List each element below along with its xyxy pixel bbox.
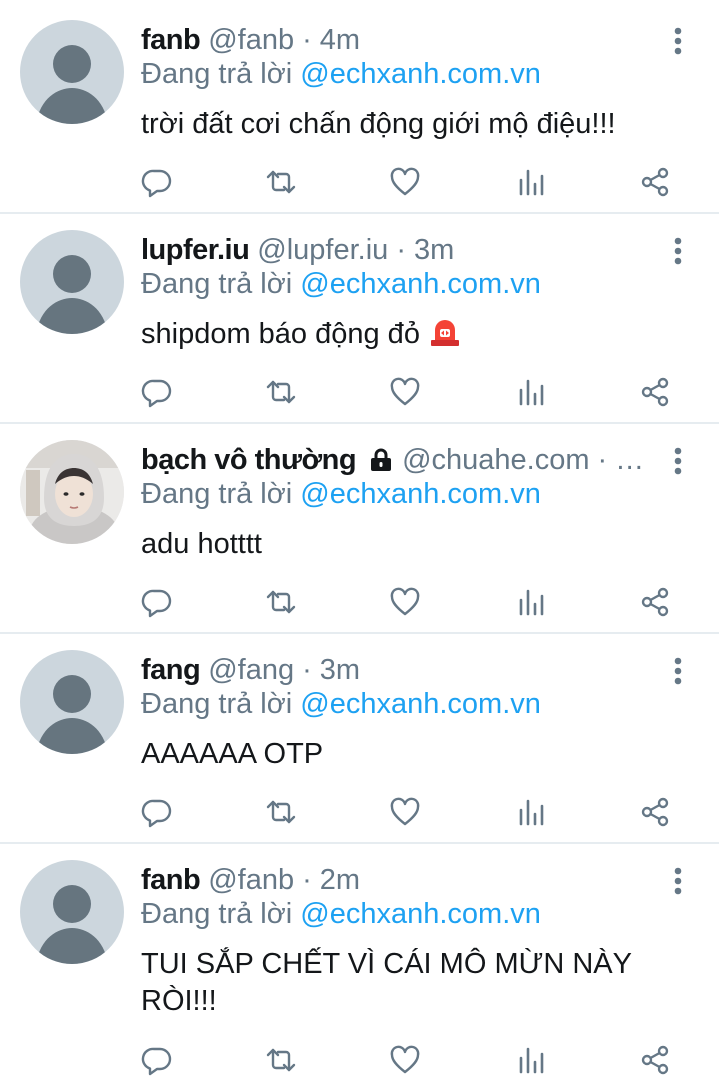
tweet-actions xyxy=(0,372,719,412)
analytics-icon[interactable] xyxy=(511,792,551,832)
tweet-actions xyxy=(0,162,719,202)
separator-dot: · xyxy=(302,23,312,56)
user-handle: @fanb xyxy=(208,23,295,56)
reply-prefix: Đang trả lời xyxy=(141,688,293,720)
more-options-icon[interactable] xyxy=(665,654,691,688)
tweet[interactable]: bạch vô thường @chuahe.com · … Đang trả … xyxy=(0,440,719,630)
analytics-icon[interactable] xyxy=(511,1040,551,1080)
user-handle: @chuahe.com xyxy=(402,443,590,476)
reply-icon[interactable] xyxy=(137,1040,177,1080)
tweet-header: fanb @fanb · 4m xyxy=(141,20,656,60)
like-icon[interactable] xyxy=(385,162,425,202)
share-icon[interactable] xyxy=(635,1040,675,1080)
tweet-text: trời đất cơi chấn động giới mộ điệu!!! xyxy=(141,108,616,140)
share-icon[interactable] xyxy=(635,792,675,832)
reply-prefix: Đang trả lời xyxy=(141,58,293,90)
avatar[interactable] xyxy=(20,20,124,124)
timestamp[interactable]: 3m xyxy=(320,654,360,687)
divider xyxy=(0,632,719,634)
tweet-text: TUI SẮP CHẾT VÌ CÁI MÔ MỪN NÀY RÒI!!! xyxy=(141,948,632,1017)
tweet-actions xyxy=(0,1040,719,1080)
separator-dot: · xyxy=(302,653,312,686)
share-icon[interactable] xyxy=(635,582,675,622)
reply-to-link[interactable]: @echxanh.com.vn xyxy=(300,898,541,930)
lock-icon xyxy=(368,447,394,473)
avatar[interactable] xyxy=(20,860,124,964)
display-name[interactable]: fanb xyxy=(141,24,201,57)
tweet-actions xyxy=(0,582,719,622)
user-handle: @fang xyxy=(208,653,295,686)
analytics-icon[interactable] xyxy=(511,162,551,202)
replying-to: Đang trả lời @echxanh.com.vn xyxy=(141,268,541,301)
analytics-icon[interactable] xyxy=(511,372,551,412)
separator-dot: · xyxy=(597,443,608,476)
retweet-icon[interactable] xyxy=(261,792,301,832)
reply-icon[interactable] xyxy=(137,372,177,412)
like-icon[interactable] xyxy=(385,1040,425,1080)
tweet[interactable]: lupfer.iu @lupfer.iu · 3m Đang trả lời @… xyxy=(0,230,719,420)
reply-prefix: Đang trả lời xyxy=(141,478,293,510)
display-name[interactable]: bạch vô thường xyxy=(141,444,357,477)
separator-dot: · xyxy=(396,233,406,266)
tweet[interactable]: fanb @fanb · 2m Đang trả lời @echxanh.co… xyxy=(0,860,719,1086)
more-options-icon[interactable] xyxy=(665,24,691,58)
tweet-text-content: shipdom báo động đỏ xyxy=(141,318,420,350)
display-name[interactable]: fang xyxy=(141,654,201,687)
tweet-text: adu hotttt xyxy=(141,528,262,560)
display-name[interactable]: lupfer.iu xyxy=(141,234,250,267)
divider xyxy=(0,842,719,844)
more-options-icon[interactable] xyxy=(665,234,691,268)
tweet-text: shipdom báo động đỏ xyxy=(141,316,681,356)
timestamp[interactable]: … xyxy=(615,444,644,477)
replying-to: Đang trả lời @echxanh.com.vn xyxy=(141,898,541,931)
user-handle: @lupfer.iu xyxy=(257,233,389,266)
share-icon[interactable] xyxy=(635,162,675,202)
tweet[interactable]: fang @fang · 3m Đang trả lời @echxanh.co… xyxy=(0,650,719,840)
tweet-text: AAAAAA OTP xyxy=(141,738,324,770)
analytics-icon[interactable] xyxy=(511,582,551,622)
retweet-icon[interactable] xyxy=(261,162,301,202)
more-options-icon[interactable] xyxy=(665,864,691,898)
timestamp[interactable]: 2m xyxy=(320,864,360,897)
retweet-icon[interactable] xyxy=(261,372,301,412)
avatar[interactable] xyxy=(20,230,124,334)
user-handle: @fanb xyxy=(208,863,295,896)
tweet-header: fang @fang · 3m xyxy=(141,650,656,690)
reply-to-link[interactable]: @echxanh.com.vn xyxy=(300,58,541,90)
share-icon[interactable] xyxy=(635,372,675,412)
reply-prefix: Đang trả lời xyxy=(141,268,293,300)
avatar-photo[interactable] xyxy=(20,440,124,544)
tweet-feed: fanb @fanb · 4m Đang trả lời @echxanh.co… xyxy=(0,0,719,1086)
timestamp[interactable]: 4m xyxy=(320,24,360,57)
reply-prefix: Đang trả lời xyxy=(141,898,293,930)
retweet-icon[interactable] xyxy=(261,582,301,622)
like-icon[interactable] xyxy=(385,582,425,622)
timestamp[interactable]: 3m xyxy=(414,234,454,267)
more-options-icon[interactable] xyxy=(665,444,691,478)
reply-to-link[interactable]: @echxanh.com.vn xyxy=(300,478,541,510)
retweet-icon[interactable] xyxy=(261,1040,301,1080)
tweet-header: lupfer.iu @lupfer.iu · 3m xyxy=(141,230,656,270)
separator-dot: · xyxy=(302,863,312,896)
divider xyxy=(0,212,719,214)
display-name[interactable]: fanb xyxy=(141,864,201,897)
replying-to: Đang trả lời @echxanh.com.vn xyxy=(141,688,541,721)
reply-icon[interactable] xyxy=(137,792,177,832)
reply-to-link[interactable]: @echxanh.com.vn xyxy=(300,268,541,300)
like-icon[interactable] xyxy=(385,792,425,832)
reply-to-link[interactable]: @echxanh.com.vn xyxy=(300,688,541,720)
like-icon[interactable] xyxy=(385,372,425,412)
reply-icon[interactable] xyxy=(137,582,177,622)
tweet-actions xyxy=(0,792,719,832)
rotating-light-icon xyxy=(428,316,462,356)
replying-to: Đang trả lời @echxanh.com.vn xyxy=(141,58,541,91)
tweet[interactable]: fanb @fanb · 4m Đang trả lời @echxanh.co… xyxy=(0,20,719,210)
tweet-header: bạch vô thường @chuahe.com · … xyxy=(141,440,656,480)
avatar[interactable] xyxy=(20,650,124,754)
tweet-header: fanb @fanb · 2m xyxy=(141,860,656,900)
reply-icon[interactable] xyxy=(137,162,177,202)
divider xyxy=(0,422,719,424)
replying-to: Đang trả lời @echxanh.com.vn xyxy=(141,478,541,511)
